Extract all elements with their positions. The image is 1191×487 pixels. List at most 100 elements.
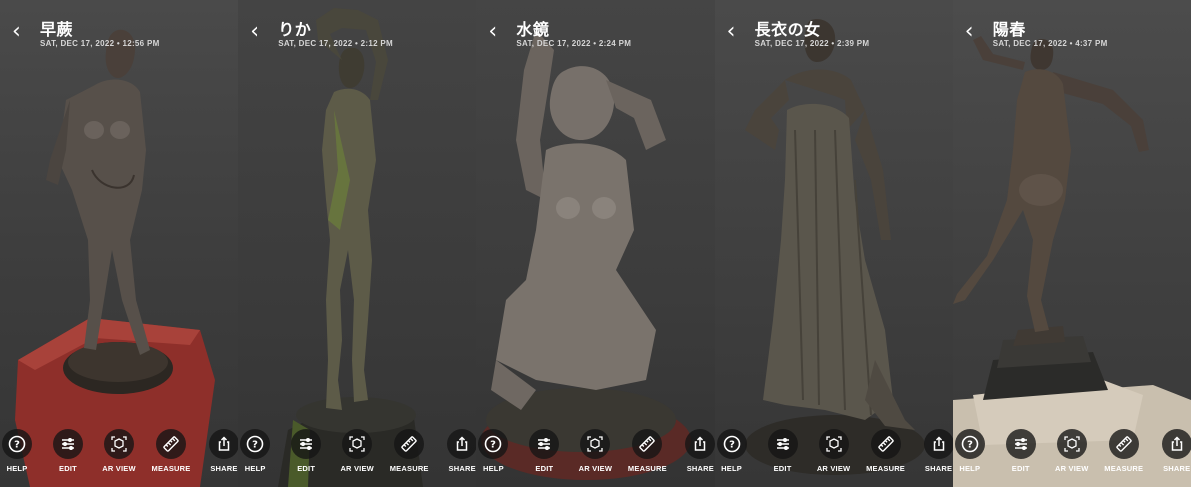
share-icon	[456, 436, 468, 451]
ar-view-label: AR VIEW	[578, 464, 613, 473]
back-button[interactable]: ‹	[250, 21, 264, 43]
back-button[interactable]: ‹	[12, 19, 26, 44]
bottom-toolbar: ? HELP EDIT AR VIEW MEASURE SHARE	[953, 417, 1191, 487]
share-icon	[933, 436, 944, 451]
svg-text:?: ?	[967, 440, 973, 451]
help-label: HELP	[721, 464, 742, 473]
ar-view-button[interactable]: AR VIEW	[569, 429, 621, 473]
ar-view-button[interactable]: AR VIEW	[808, 429, 860, 473]
statue-gallery-strip: ‹ 早蕨 SAT, DEC 17, 2022 • 12:56 PM ? HELP…	[0, 0, 1191, 487]
help-button[interactable]: ? HELP	[953, 429, 996, 473]
model-viewport[interactable]	[0, 0, 238, 487]
chevron-left-icon: ‹	[12, 19, 21, 44]
measure-label: MEASURE	[1104, 464, 1144, 473]
capture-timestamp: SAT, DEC 17, 2022 • 12:56 PM	[40, 39, 160, 48]
model-title: りか	[278, 20, 312, 39]
help-label: HELP	[6, 464, 28, 473]
measure-button[interactable]: MEASURE	[621, 429, 673, 473]
back-button[interactable]: ‹	[727, 21, 741, 43]
statue-figure	[481, 30, 692, 480]
model-viewport[interactable]	[238, 0, 476, 487]
model-viewport[interactable]	[952, 0, 1191, 487]
ar-view-label: AR VIEW	[1055, 464, 1089, 473]
edit-label: EDIT	[1011, 464, 1030, 473]
sliders-icon	[1014, 438, 1027, 450]
share-button[interactable]: SHARE	[1151, 429, 1191, 473]
help-button[interactable]: ? HELP	[238, 429, 281, 473]
edit-button[interactable]: EDIT	[280, 429, 332, 473]
chevron-left-icon: ‹	[488, 19, 498, 44]
model-title: 陽春	[992, 20, 1026, 39]
back-button[interactable]: ‹	[964, 19, 979, 44]
sliders-icon	[300, 438, 313, 450]
edit-label: EDIT	[535, 464, 554, 473]
measure-label: MEASURE	[627, 464, 667, 473]
capture-timestamp: SAT, DEC 17, 2022 • 2:39 PM	[754, 39, 870, 48]
measure-button[interactable]: MEASURE	[383, 429, 435, 473]
bottom-toolbar: ? HELP EDIT AR VIEW MEASURE SHARE	[0, 417, 239, 487]
statue-figure	[744, 19, 925, 475]
ruler-icon	[163, 436, 179, 452]
share-button[interactable]: SHARE	[436, 429, 477, 473]
ar-cube-icon	[1064, 436, 1080, 452]
panel-youshun: ‹ 陽春 SAT, DEC 17, 2022 • 4:37 PM ? HELP …	[952, 0, 1191, 487]
share-label: SHARE	[924, 464, 953, 473]
ruler-icon	[1116, 436, 1132, 452]
svg-text:?: ?	[729, 440, 735, 451]
ar-view-label: AR VIEW	[816, 464, 851, 473]
question-circle-icon: ?	[485, 435, 502, 453]
help-button[interactable]: ? HELP	[476, 429, 519, 473]
question-circle-icon: ?	[961, 435, 979, 453]
ar-cube-icon	[825, 436, 842, 452]
help-button[interactable]: ? HELP	[0, 429, 43, 473]
statue-figure	[15, 29, 215, 487]
edit-label: EDIT	[297, 464, 316, 473]
bottom-toolbar: ? HELP EDIT AR VIEW MEASURE SHARE	[715, 417, 953, 487]
sliders-icon	[62, 438, 74, 450]
chevron-left-icon: ‹	[964, 19, 974, 44]
measure-button[interactable]: MEASURE	[1098, 429, 1150, 473]
ruler-icon	[877, 436, 894, 452]
ar-cube-icon	[349, 436, 365, 452]
question-circle-icon: ?	[723, 435, 740, 453]
model-title: 長衣の女	[754, 20, 821, 39]
capture-timestamp: SAT, DEC 17, 2022 • 2:12 PM	[278, 39, 393, 48]
share-label: SHARE	[448, 464, 476, 473]
measure-button[interactable]: MEASURE	[145, 429, 197, 473]
ar-view-label: AR VIEW	[102, 464, 136, 473]
model-viewport[interactable]	[715, 0, 953, 487]
panel-nagaginu-no-onna: ‹ 長衣の女 SAT, DEC 17, 2022 • 2:39 PM ? HEL…	[714, 0, 953, 487]
ar-view-button[interactable]: AR VIEW	[93, 429, 145, 473]
edit-button[interactable]: EDIT	[42, 429, 94, 473]
ar-view-button[interactable]: AR VIEW	[1046, 429, 1098, 473]
edit-button[interactable]: EDIT	[757, 429, 809, 473]
help-label: HELP	[244, 464, 266, 473]
share-button[interactable]: SHARE	[913, 429, 953, 473]
bottom-toolbar: ? HELP EDIT AR VIEW MEASURE SHARE	[476, 417, 715, 487]
statue-figure	[278, 8, 424, 487]
help-label: HELP	[959, 464, 981, 473]
model-title: 早蕨	[40, 20, 74, 39]
ruler-icon	[639, 436, 656, 452]
back-button[interactable]: ‹	[488, 19, 502, 44]
panel-rika: ‹ りか SAT, DEC 17, 2022 • 2:12 PM ? HELP …	[238, 0, 477, 487]
measure-label: MEASURE	[151, 464, 191, 473]
sliders-icon	[776, 438, 789, 450]
help-button[interactable]: ? HELP	[715, 429, 758, 473]
measure-button[interactable]: MEASURE	[860, 429, 912, 473]
model-viewport[interactable]	[476, 0, 714, 487]
share-label: SHARE	[686, 464, 714, 473]
share-button[interactable]: SHARE	[198, 429, 239, 473]
panel-mizukagami: ‹ 水鏡 SAT, DEC 17, 2022 • 2:24 PM ? HELP …	[476, 0, 715, 487]
help-label: HELP	[482, 464, 504, 473]
question-circle-icon: ?	[8, 435, 26, 453]
panel-sawarabi: ‹ 早蕨 SAT, DEC 17, 2022 • 12:56 PM ? HELP…	[0, 0, 239, 487]
svg-text:?: ?	[490, 440, 496, 451]
edit-button[interactable]: EDIT	[995, 429, 1047, 473]
edit-button[interactable]: EDIT	[518, 429, 570, 473]
share-button[interactable]: SHARE	[674, 429, 715, 473]
question-circle-icon: ?	[246, 435, 264, 453]
capture-timestamp: SAT, DEC 17, 2022 • 4:37 PM	[992, 39, 1108, 48]
share-icon	[695, 436, 706, 451]
ar-view-button[interactable]: AR VIEW	[331, 429, 383, 473]
